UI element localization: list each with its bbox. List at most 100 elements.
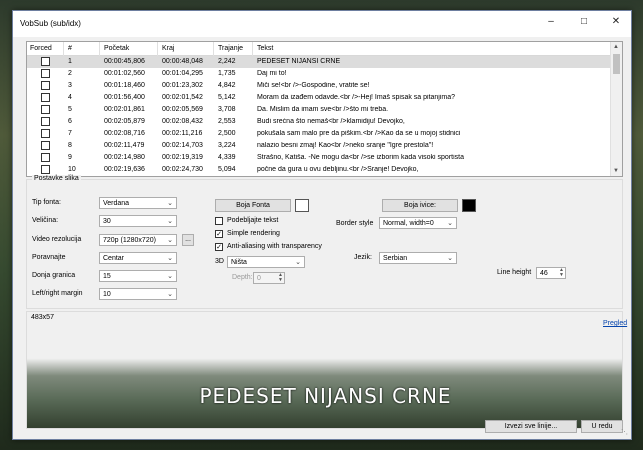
export-all-button[interactable]: Izvezi sve linije... xyxy=(485,420,577,433)
lr-margin-select[interactable]: 10 ⌄ xyxy=(99,288,177,300)
font-select[interactable]: Verdana ⌄ xyxy=(99,197,177,209)
preview-size-label: 483x57 xyxy=(31,314,54,321)
chevron-down-icon: ⌄ xyxy=(167,218,173,225)
anti-aliasing-label: Anti-aliasing with transparency xyxy=(227,243,322,250)
forced-checkbox[interactable] xyxy=(41,105,50,114)
title-bar: VobSub (sub/idx) – □ ✕ xyxy=(13,11,631,37)
bold-checkbox[interactable] xyxy=(215,217,223,225)
cell-end: 00:01:04,295 xyxy=(162,70,203,77)
cell-duration: 1,735 xyxy=(218,70,236,77)
align-select[interactable]: Centar ⌄ xyxy=(99,252,177,264)
simple-rendering-checkbox[interactable]: ✓ xyxy=(215,230,223,238)
cell-number: 8 xyxy=(68,142,72,149)
cell-end: 00:00:48,048 xyxy=(162,58,203,65)
resize-grip-icon[interactable]: ⋱ xyxy=(621,428,628,436)
ok-button[interactable]: U redu xyxy=(581,420,623,433)
forced-checkbox[interactable] xyxy=(41,141,50,150)
table-row[interactable]: 6 00:02:05,879 00:02:08,432 2,553 Budi srećn… xyxy=(27,116,610,128)
preview-area: 483x57 Pregled PEDESET NIJANSI CRNE xyxy=(26,311,627,429)
font-label: Tip fonta: xyxy=(32,199,61,206)
line-height-spinner[interactable]: 46 ▲ ▼ xyxy=(536,267,566,279)
header-text[interactable]: Tekst xyxy=(254,45,273,55)
border-color-button[interactable]: Boja ivice: xyxy=(382,199,458,212)
border-style-select[interactable]: Normal, width=0 ⌄ xyxy=(379,217,457,229)
scroll-down-icon[interactable]: ▼ xyxy=(613,168,619,174)
three-d-select[interactable]: Ništa ⌄ xyxy=(227,256,305,268)
size-label: Veličina: xyxy=(32,217,59,224)
cell-number: 9 xyxy=(68,154,72,161)
language-select[interactable]: Serbian ⌄ xyxy=(379,252,457,264)
align-label: Poravnajte xyxy=(32,254,66,261)
maximize-icon[interactable]: □ xyxy=(574,16,594,27)
cell-text: Daj mi to! xyxy=(257,70,287,77)
chevron-down-icon: ⌄ xyxy=(167,200,173,207)
cell-start: 00:02:14,980 xyxy=(104,154,145,161)
table-row[interactable]: 10 00:02:19,636 00:02:24,730 5,094 počne da … xyxy=(27,164,610,176)
header-forced[interactable]: Forced xyxy=(27,45,52,55)
cell-duration: 5,094 xyxy=(218,166,236,173)
chevron-down-icon: ⌄ xyxy=(167,237,173,244)
preview-link[interactable]: Pregled xyxy=(603,320,627,327)
forced-checkbox[interactable] xyxy=(41,153,50,162)
cell-number: 6 xyxy=(68,118,72,125)
image-settings-group: Postavke slika Tip fonta: Verdana ⌄ Velič… xyxy=(26,175,623,309)
scroll-up-icon[interactable]: ▲ xyxy=(613,44,619,50)
forced-checkbox[interactable] xyxy=(41,165,50,174)
depth-spinner[interactable]: 0 ▲ ▼ xyxy=(253,272,285,284)
grid-scrollbar[interactable]: ▲ ▼ xyxy=(610,42,622,176)
scroll-thumb[interactable] xyxy=(613,54,620,74)
border-color-swatch[interactable] xyxy=(462,199,476,212)
header-end[interactable]: Kraj xyxy=(159,45,174,55)
cell-text: nalazio besni zmaj! Kao<br />neko sranje… xyxy=(257,142,434,149)
size-select[interactable]: 30 ⌄ xyxy=(99,215,177,227)
forced-checkbox[interactable] xyxy=(41,129,50,138)
cell-end: 00:02:05,569 xyxy=(162,106,203,113)
header-start[interactable]: Početak xyxy=(101,45,129,55)
bold-label: Podebljajte tekst xyxy=(227,217,279,224)
chevron-down-icon: ⌄ xyxy=(167,255,173,262)
header-duration[interactable]: Trajanje xyxy=(215,45,243,55)
chevron-down-icon: ⌄ xyxy=(167,291,173,298)
cell-duration: 2,553 xyxy=(218,118,236,125)
table-row[interactable]: 8 00:02:11,479 00:02:14,703 3,224 nalazio be… xyxy=(27,140,610,152)
cell-start: 00:02:08,716 xyxy=(104,130,145,137)
cell-start: 00:01:56,400 xyxy=(104,94,145,101)
resolution-browse-button[interactable]: ... xyxy=(182,234,194,246)
table-row[interactable]: 4 00:01:56,400 00:02:01,542 5,142 Moram da i… xyxy=(27,92,610,104)
cell-number: 4 xyxy=(68,94,72,101)
forced-checkbox[interactable] xyxy=(41,117,50,126)
forced-checkbox[interactable] xyxy=(41,57,50,66)
anti-aliasing-checkbox[interactable]: ✓ xyxy=(215,243,223,251)
cell-text: Moram da izađem odavde.<br />-Hej! Imaš … xyxy=(257,94,456,101)
bottom-margin-label: Donja granica xyxy=(32,272,76,279)
chevron-down-icon: ⌄ xyxy=(295,259,301,266)
border-style-label: Border style xyxy=(336,220,374,227)
grid-header: Forced # Početak Kraj Trajanje Tekst xyxy=(27,42,610,56)
font-color-swatch[interactable] xyxy=(295,199,309,212)
table-row[interactable]: 3 00:01:18,460 00:01:23,302 4,842 Miči se!<b… xyxy=(27,80,610,92)
forced-checkbox[interactable] xyxy=(41,69,50,78)
close-icon[interactable]: ✕ xyxy=(606,16,626,27)
bottom-margin-select[interactable]: 15 ⌄ xyxy=(99,270,177,282)
three-d-label: 3D xyxy=(215,258,224,265)
forced-checkbox[interactable] xyxy=(41,93,50,102)
table-row[interactable]: 9 00:02:14,980 00:02:19,319 4,339 Strašno, K… xyxy=(27,152,610,164)
cell-number: 7 xyxy=(68,130,72,137)
font-color-button[interactable]: Boja Fonta xyxy=(215,199,291,212)
subtitle-grid[interactable]: Forced # Početak Kraj Trajanje Tekst 1 00… xyxy=(26,41,623,177)
header-number[interactable]: # xyxy=(65,45,72,55)
forced-checkbox[interactable] xyxy=(41,81,50,90)
table-row[interactable]: 5 00:02:01,861 00:02:05,569 3,708 Da. Mislim… xyxy=(27,104,610,116)
table-row[interactable]: 1 00:00:45,806 00:00:48,048 2,242 PEDESET NI… xyxy=(27,56,610,68)
cell-end: 00:01:23,302 xyxy=(162,82,203,89)
cell-start: 00:01:18,460 xyxy=(104,82,145,89)
cell-end: 00:02:11,216 xyxy=(162,130,203,137)
table-row[interactable]: 7 00:02:08,716 00:02:11,216 2,500 pokušala s… xyxy=(27,128,610,140)
cell-end: 00:02:01,542 xyxy=(162,94,203,101)
cell-duration: 5,142 xyxy=(218,94,236,101)
table-row[interactable]: 2 00:01:02,560 00:01:04,295 1,735 Daj mi to! xyxy=(27,68,610,80)
minimize-icon[interactable]: – xyxy=(541,16,561,27)
chevron-down-icon: ⌄ xyxy=(447,255,453,262)
line-height-label: Line height xyxy=(497,269,532,276)
resolution-select[interactable]: 720p (1280x720) ⌄ xyxy=(99,234,177,246)
